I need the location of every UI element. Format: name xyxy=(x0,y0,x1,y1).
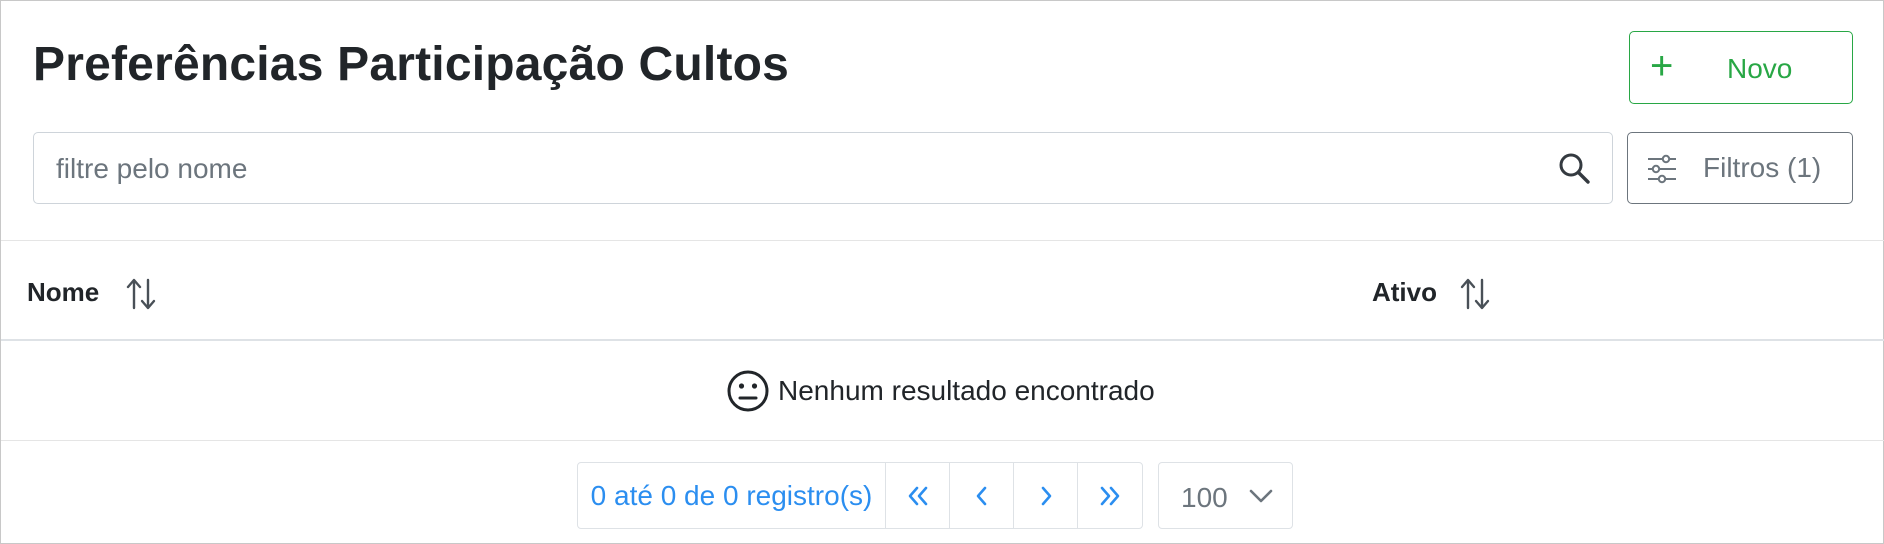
new-button[interactable]: + Novo xyxy=(1629,31,1853,104)
empty-state-text: Nenhum resultado encontrado xyxy=(778,375,1155,406)
filters-button-label: Filtros (1) xyxy=(1703,152,1822,183)
page-container: Preferências Participação Cultos + Novo … xyxy=(0,0,1884,544)
pagination-info: 0 até 0 de 0 registro(s) xyxy=(578,463,886,528)
divider xyxy=(1,440,1884,441)
sort-up-down-icon[interactable] xyxy=(125,276,157,312)
last-page-icon xyxy=(1100,486,1120,505)
chevron-down-icon xyxy=(1249,489,1273,503)
column-header-ativo[interactable]: Ativo xyxy=(1372,275,1437,309)
neutral-face-icon xyxy=(727,370,769,412)
plus-icon: + xyxy=(1650,44,1674,88)
next-page-icon xyxy=(1041,486,1051,505)
first-page-button[interactable] xyxy=(886,463,950,528)
sliders-icon xyxy=(1648,154,1676,184)
search-icon[interactable] xyxy=(1557,151,1591,185)
page-size-select[interactable]: 100 xyxy=(1158,462,1293,529)
column-header-nome[interactable]: Nome xyxy=(27,275,99,309)
divider xyxy=(1,240,1884,241)
page-title: Preferências Participação Cultos xyxy=(33,38,790,91)
pagination: 0 até 0 de 0 registro(s) xyxy=(577,462,1143,529)
search-input[interactable] xyxy=(56,149,1536,189)
sort-up-down-icon[interactable] xyxy=(1459,276,1491,312)
search-box xyxy=(33,132,1613,204)
next-page-button[interactable] xyxy=(1014,463,1078,528)
new-button-label: Novo xyxy=(1727,53,1793,84)
filters-button[interactable]: Filtros (1) xyxy=(1627,132,1853,204)
prev-page-icon xyxy=(976,486,986,505)
empty-state-row: Nenhum resultado encontrado xyxy=(1,341,1884,441)
page-size-value: 100 xyxy=(1181,482,1228,513)
prev-page-button[interactable] xyxy=(950,463,1014,528)
first-page-icon xyxy=(908,486,927,505)
last-page-button[interactable] xyxy=(1078,463,1142,528)
